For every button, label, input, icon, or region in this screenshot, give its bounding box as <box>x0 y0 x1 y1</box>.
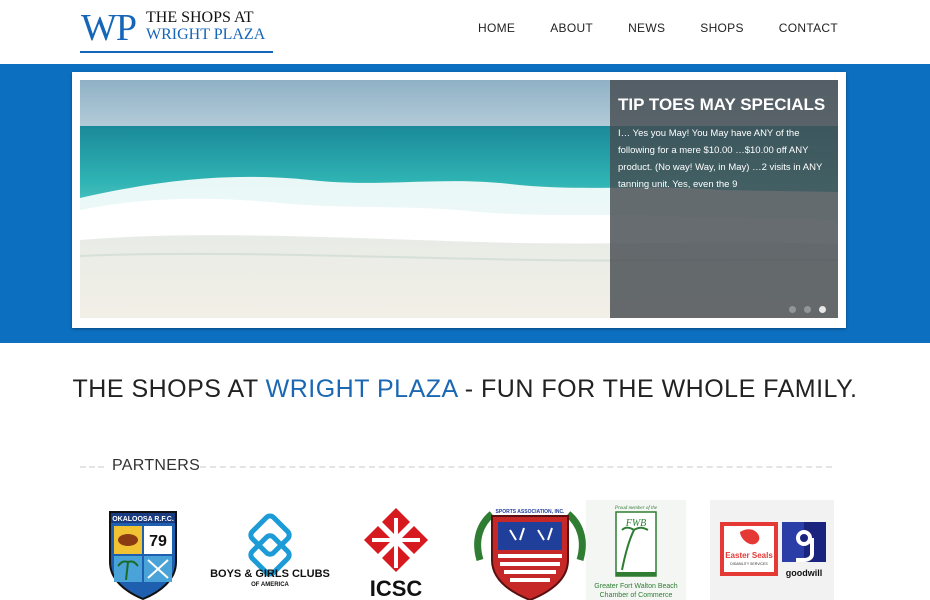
site-header: WP THE SHOPS AT WRIGHT PLAZA HOME ABOUT … <box>0 0 930 64</box>
sports-association-text: SPORTS ASSOCIATION, INC. <box>496 509 566 515</box>
slider-dot-2[interactable] <box>804 306 811 313</box>
partners-heading: PARTNERS <box>80 456 832 476</box>
tagline-part2: - FUN FOR THE WHOLE FAMILY. <box>457 375 858 403</box>
slider-pagination <box>781 306 826 313</box>
partner-sports-association[interactable]: SPORTS ASSOCIATION, INC. <box>466 500 594 600</box>
slider-dot-3[interactable] <box>819 306 826 313</box>
fwb-line1: Greater Fort Walton Beach <box>594 583 677 590</box>
easter-seals-goodwill-logo: Easter Seals DISABILITY SERVICES goodwil… <box>710 500 834 600</box>
icsc-logo: ICSC <box>364 508 428 600</box>
slide-excerpt: I… Yes you May! You May have ANY of the … <box>618 128 823 190</box>
okaloosa-rfc-text: OKALOOSA R.F.C. <box>112 516 174 523</box>
bgca-line1: BOYS & GIRLS CLUBS <box>210 568 330 580</box>
tagline-part1: THE SHOPS AT <box>72 375 266 403</box>
goodwill-text: goodwill <box>786 568 823 578</box>
logo-mark: WP <box>81 7 137 49</box>
okaloosa-rfc-shield: OKALOOSA R.F.C. 79 <box>109 511 177 600</box>
logo-underline <box>80 51 273 53</box>
partner-icsc[interactable]: ICSC <box>358 500 434 600</box>
easter-seals-subtext: DISABILITY SERVICES <box>730 562 768 566</box>
main-nav: HOME ABOUT NEWS SHOPS CONTACT <box>443 21 838 35</box>
nav-contact[interactable]: CONTACT <box>779 21 838 35</box>
boys-girls-clubs-logo: BOYS & GIRLS CLUBS OF AMERICA <box>210 513 330 588</box>
nav-about[interactable]: ABOUT <box>550 21 593 35</box>
partner-fwb-chamber[interactable]: Proud member of the FWB Greater Fort Wal… <box>586 500 686 600</box>
okaloosa-rfc-number: 79 <box>149 533 167 550</box>
partner-okaloosa-rfc[interactable]: OKALOOSA R.F.C. 79 <box>108 500 178 600</box>
easter-seals-text: Easter Seals <box>725 551 773 560</box>
bgca-line2: OF AMERICA <box>251 582 289 588</box>
partner-boys-girls-clubs[interactable]: BOYS & GIRLS CLUBS OF AMERICA <box>208 500 332 600</box>
fwb-mark: FWB <box>625 518 647 529</box>
slider: TIP TOES MAY SPECIALS I… Yes you May! Yo… <box>72 72 846 328</box>
logo-line1: THE SHOPS AT <box>146 9 254 26</box>
sports-association-crest: SPORTS ASSOCIATION, INC. <box>474 509 586 600</box>
nav-shops[interactable]: SHOPS <box>700 21 744 35</box>
nav-home[interactable]: HOME <box>478 21 515 35</box>
site-logo[interactable]: WP THE SHOPS AT WRIGHT PLAZA <box>80 6 274 54</box>
hero-band: TIP TOES MAY SPECIALS I… Yes you May! Yo… <box>0 64 930 343</box>
slide-title[interactable]: TIP TOES MAY SPECIALS <box>618 94 830 116</box>
nav-news[interactable]: NEWS <box>628 21 665 35</box>
fwb-chamber-logo: Proud member of the FWB Greater Fort Wal… <box>586 500 686 600</box>
partners-divider-right <box>200 466 832 468</box>
partner-easter-seals-goodwill[interactable]: Easter Seals DISABILITY SERVICES goodwil… <box>710 500 834 600</box>
logo-line2: WRIGHT PLAZA <box>146 26 266 43</box>
slider-dot-1[interactable] <box>789 306 796 313</box>
icsc-text: ICSC <box>370 576 423 600</box>
partners-divider-left <box>80 466 104 468</box>
fwb-top-text: Proud member of the <box>614 506 658 511</box>
tagline-highlight: WRIGHT PLAZA <box>265 375 458 403</box>
partners-title: PARTNERS <box>112 457 201 474</box>
slide-caption: TIP TOES MAY SPECIALS I… Yes you May! Yo… <box>610 80 838 318</box>
fwb-line2: Chamber of Commerce <box>600 592 673 599</box>
tagline: THE SHOPS AT WRIGHT PLAZA - FUN FOR THE … <box>0 373 930 405</box>
